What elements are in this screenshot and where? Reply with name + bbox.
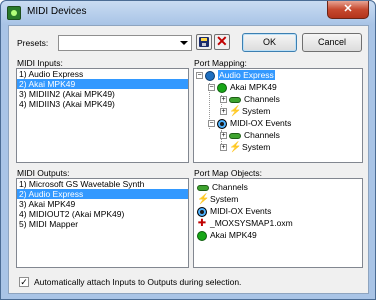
midi-inputs-list[interactable]: 1) Audio Express 2) Akai MPK49 3) MIDIIN… (16, 68, 189, 163)
list-item[interactable]: ⚡System (197, 193, 238, 205)
list-item-label: System (210, 194, 239, 204)
close-button[interactable]: ✕ (327, 1, 369, 19)
tree-node-label: Akai MPK49 (230, 82, 277, 92)
midi-outputs-list[interactable]: 1) Microsoft GS Wavetable Synth 2) Audio… (16, 178, 189, 268)
list-item[interactable]: 1) Microsoft GS Wavetable Synth (17, 179, 188, 189)
list-item[interactable]: ✚ _MOXSYSMAP1.oxm (197, 217, 293, 229)
list-item-label: Channels (212, 182, 248, 192)
list-item[interactable]: MIDI-OX Events (197, 205, 271, 217)
collapse-icon[interactable]: − (208, 120, 215, 128)
chevron-down-icon (180, 41, 188, 45)
midi-ox-icon (197, 206, 207, 217)
list-item[interactable]: 5) MIDI Mapper (17, 219, 188, 229)
tree-node-channels[interactable]: + Channels (220, 93, 280, 105)
midi-ox-icon (217, 118, 227, 129)
expand-icon[interactable]: + (220, 144, 227, 152)
list-item[interactable]: 3) MIDIIN2 (Akai MPK49) (17, 89, 188, 99)
midi-port-icon (205, 70, 215, 81)
lightning-icon: ⚡ (197, 193, 210, 205)
midi-app-icon (7, 6, 21, 20)
tree-node-system-2[interactable]: + ⚡System (220, 141, 270, 153)
title-bar[interactable]: MIDI Devices ✕ (1, 1, 375, 25)
port-map-objects-list[interactable]: Channels ⚡System MIDI-OX Events ✚ _MOXSYS… (193, 178, 363, 268)
expand-icon[interactable]: + (220, 96, 227, 104)
list-item-label: Akai MPK49 (210, 230, 257, 240)
list-item[interactable]: 1) Audio Express (17, 69, 188, 79)
port-mapping-tree[interactable]: − Audio Express − Akai MPK49 + Channels + ⚡S… (193, 68, 363, 163)
ok-button[interactable]: OK (242, 33, 297, 52)
midi-devices-window: MIDI Devices ✕ Presets: ✕ OK Cancel MIDI… (0, 0, 376, 300)
cancel-button[interactable]: Cancel (302, 33, 362, 52)
list-item[interactable]: Channels (197, 181, 248, 193)
tree-node-label: Channels (244, 130, 280, 140)
auto-attach-label[interactable]: Automatically attach Inputs to Outputs d… (34, 277, 241, 287)
collapse-icon[interactable]: − (196, 72, 203, 80)
save-preset-button[interactable] (196, 34, 212, 50)
presets-label: Presets: (17, 38, 49, 48)
tree-node-system[interactable]: + ⚡System (220, 105, 270, 117)
save-icon (199, 37, 209, 47)
keyboard-device-icon (197, 230, 207, 241)
midi-outputs-label: MIDI Outputs: (17, 168, 70, 178)
delete-preset-button[interactable]: ✕ (214, 33, 230, 50)
tree-node-audio-express[interactable]: − Audio Express (196, 69, 275, 81)
oxm-file-icon: ✚ (197, 217, 207, 229)
tree-node-midi-ox-events[interactable]: − MIDI-OX Events (208, 117, 291, 129)
expand-icon[interactable]: + (220, 108, 227, 116)
delete-icon: ✕ (216, 33, 228, 49)
list-item-label: MIDI-OX Events (210, 206, 272, 216)
tree-node-akai-mpk49[interactable]: − Akai MPK49 (208, 81, 277, 93)
channels-icon (229, 96, 241, 103)
lightning-icon: ⚡ (229, 141, 242, 153)
list-item[interactable]: 3) Akai MPK49 (17, 199, 188, 209)
list-item-selected[interactable]: 2) Audio Express (17, 189, 188, 199)
list-item[interactable]: Akai MPK49 (197, 229, 257, 241)
port-mapping-label: Port Mapping: (194, 58, 247, 68)
tree-node-label: System (242, 142, 271, 152)
expand-icon[interactable]: + (220, 132, 227, 140)
port-map-objects-label: Port Map Objects: (194, 168, 263, 178)
dialog-client-area: Presets: ✕ OK Cancel MIDI Inputs: 1) Aud… (8, 25, 369, 294)
list-item-selected[interactable]: 2) Akai MPK49 (17, 79, 188, 89)
tree-node-label: Audio Express (218, 70, 275, 80)
tree-node-channels-2[interactable]: + Channels (220, 129, 280, 141)
keyboard-device-icon (217, 82, 227, 93)
window-title: MIDI Devices (27, 6, 87, 17)
lightning-icon: ⚡ (229, 105, 242, 117)
presets-dropdown[interactable] (58, 35, 192, 51)
list-item-label: _MOXSYSMAP1.oxm (210, 218, 293, 228)
tree-node-label: MIDI-OX Events (230, 118, 292, 128)
channels-icon (229, 132, 241, 139)
list-item[interactable]: 4) MIDIOUT2 (Akai MPK49) (17, 209, 188, 219)
auto-attach-checkbox[interactable]: ✓ (19, 277, 29, 287)
tree-node-label: Channels (244, 94, 280, 104)
collapse-icon[interactable]: − (208, 84, 215, 92)
channels-icon (197, 184, 209, 191)
tree-node-label: System (242, 106, 271, 116)
midi-inputs-label: MIDI Inputs: (17, 58, 63, 68)
list-item[interactable]: 4) MIDIIN3 (Akai MPK49) (17, 99, 188, 109)
